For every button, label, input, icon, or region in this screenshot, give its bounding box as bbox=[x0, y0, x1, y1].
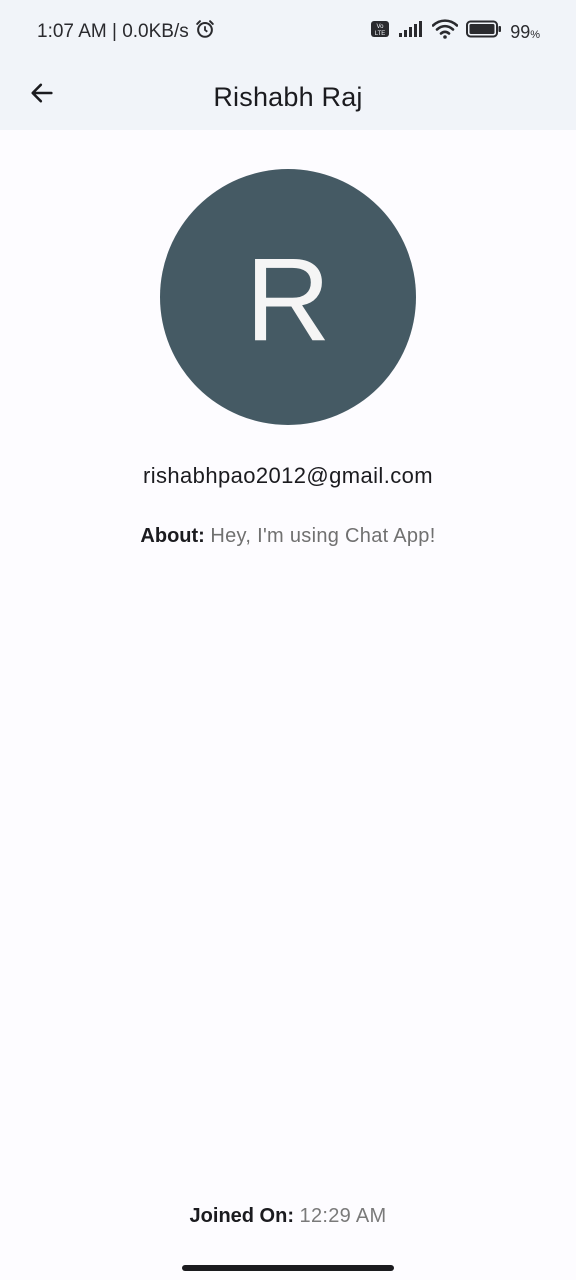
battery-percent-unit: % bbox=[530, 28, 540, 41]
joined-label: Joined On: bbox=[189, 1205, 300, 1227]
svg-text:LTE: LTE bbox=[375, 31, 386, 37]
signal-icon bbox=[398, 20, 424, 44]
home-indicator[interactable] bbox=[182, 1265, 394, 1271]
volte-icon: Vo LTE bbox=[370, 20, 390, 44]
status-left: 1:07 AM | 0.0KB/s bbox=[37, 18, 216, 46]
battery-icon bbox=[466, 20, 502, 44]
status-right: Vo LTE 99% bbox=[370, 19, 540, 45]
wifi-icon bbox=[431, 19, 459, 45]
app-bar: Rishabh Raj bbox=[0, 64, 576, 130]
about-label: About: bbox=[140, 525, 211, 547]
alarm-icon bbox=[194, 18, 216, 46]
battery-percent-value: 99 bbox=[510, 21, 531, 42]
joined-row: Joined On: 12:29 AM bbox=[0, 1205, 576, 1228]
status-bar: 1:07 AM | 0.0KB/s Vo LTE 99% bbox=[0, 0, 576, 64]
arrow-back-icon bbox=[28, 79, 56, 112]
page-title: Rishabh Raj bbox=[213, 81, 363, 112]
about-value: Hey, I'm using Chat App! bbox=[210, 525, 436, 547]
status-time-speed: 1:07 AM | 0.0KB/s bbox=[37, 21, 189, 42]
battery-percent: 99% bbox=[510, 22, 540, 43]
profile-screen: 1:07 AM | 0.0KB/s Vo LTE 99% Rishabh Raj… bbox=[0, 0, 576, 1280]
back-button[interactable] bbox=[20, 73, 64, 117]
about-row: About: Hey, I'm using Chat App! bbox=[0, 525, 576, 548]
joined-value: 12:29 AM bbox=[299, 1205, 387, 1227]
avatar-initial: R bbox=[245, 234, 331, 366]
email-text: rishabhpao2012@gmail.com bbox=[143, 463, 433, 488]
avatar: R bbox=[160, 169, 416, 425]
svg-text:Vo: Vo bbox=[377, 24, 385, 30]
